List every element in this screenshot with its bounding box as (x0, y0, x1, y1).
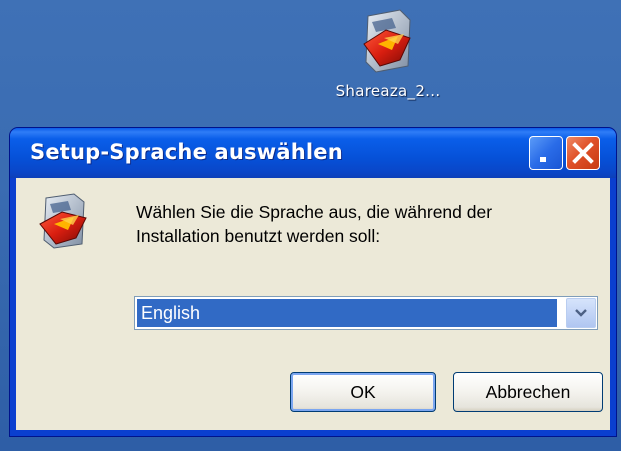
shareaza-icon (358, 8, 418, 74)
desktop-icon-shareaza[interactable]: Shareaza_2... (318, 8, 458, 100)
setup-language-dialog: Setup-Sprache auswählen Wählen Sie die S… (10, 128, 616, 436)
setup-icon (36, 192, 92, 250)
language-select[interactable]: English (134, 296, 598, 330)
help-button[interactable] (529, 136, 563, 170)
close-button[interactable] (566, 136, 600, 170)
close-icon (572, 142, 594, 164)
chevron-down-icon (575, 309, 587, 317)
instruction-line-2: Installation benutzt werden soll: (136, 226, 381, 246)
language-dropdown-button[interactable] (566, 298, 596, 328)
instruction-text: Wählen Sie die Sprache aus, die während … (136, 200, 586, 248)
title-bar[interactable]: Setup-Sprache auswählen (10, 128, 616, 178)
dialog-body: Wählen Sie die Sprache aus, die während … (16, 178, 610, 430)
cancel-button[interactable]: Abbrechen (453, 372, 603, 412)
help-icon (540, 157, 546, 162)
ok-button[interactable]: OK (290, 372, 436, 412)
dialog-title: Setup-Sprache auswählen (30, 140, 343, 164)
instruction-line-1: Wählen Sie die Sprache aus, die während … (136, 202, 493, 222)
language-select-value: English (137, 299, 557, 327)
desktop-icon-label: Shareaza_2... (335, 82, 441, 100)
